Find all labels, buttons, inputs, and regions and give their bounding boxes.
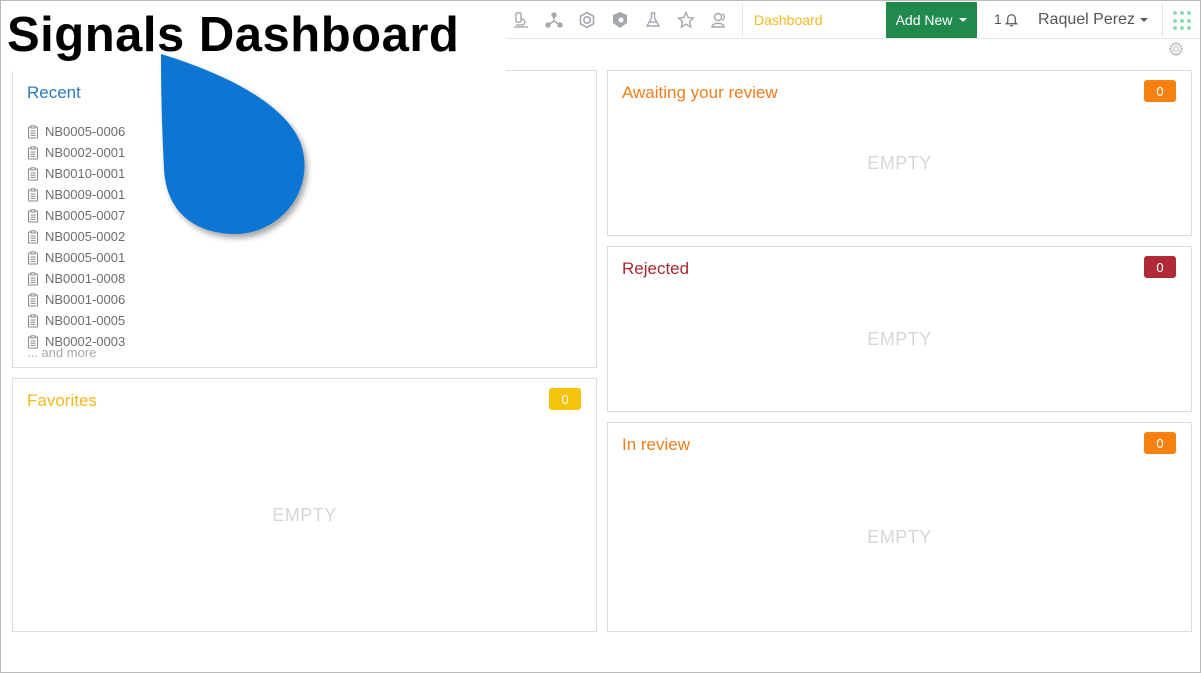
notebook-icon — [28, 271, 38, 285]
recent-list-item[interactable]: NB0005-0006 — [27, 121, 125, 142]
bell-icon — [1004, 13, 1018, 26]
awaiting-review-empty-label: EMPTY — [867, 153, 932, 173]
molecule-network-icon[interactable] — [544, 10, 564, 30]
recent-panel-title: Recent — [27, 83, 81, 102]
apps-grid-icon[interactable] — [1173, 11, 1193, 31]
drop-logo-icon — [161, 54, 305, 235]
recent-list-item[interactable]: NB0009-0001 — [27, 184, 125, 205]
notebook-icon — [28, 250, 38, 264]
notebook-icon — [28, 187, 38, 201]
in-review-panel-title: In review — [622, 435, 691, 454]
nav-dashboard-link[interactable]: Dashboard — [754, 12, 823, 28]
recent-list-item[interactable]: NB0005-0007 — [27, 205, 125, 226]
recent-item-label: NB0005-0002 — [45, 229, 126, 244]
notifications-count: 1 — [994, 11, 1002, 27]
favorites-empty-label: EMPTY — [272, 505, 337, 525]
users-icon[interactable] — [709, 10, 729, 30]
recent-item-label: NB0005-0007 — [45, 208, 126, 223]
chemical-ring-icon[interactable] — [577, 10, 597, 30]
microscope-icon[interactable] — [511, 10, 531, 30]
in-review-empty-label: EMPTY — [867, 527, 932, 547]
awaiting-review-panel-title: Awaiting your review — [622, 83, 778, 102]
recent-item-label: NB0005-0001 — [45, 250, 126, 265]
chevron-down-icon — [1139, 18, 1148, 22]
notebook-icon — [28, 313, 38, 327]
chevron-down-icon — [959, 18, 968, 22]
recent-list-item[interactable]: NB0001-0008 — [27, 268, 125, 289]
recent-list-item[interactable]: NB0005-0001 — [27, 247, 125, 268]
favorites-panel: Favorites 0 EMPTY — [12, 378, 597, 632]
recent-list-item[interactable]: NB0001-0005 — [27, 310, 125, 331]
shield-icon[interactable] — [610, 10, 630, 30]
recent-item-label: NB0001-0008 — [45, 271, 126, 286]
recent-item-label: NB0001-0005 — [45, 313, 126, 328]
notebook-icon — [28, 292, 38, 306]
in-review-panel: In review 0 EMPTY — [607, 422, 1192, 632]
and-more-link[interactable]: ... and more — [27, 345, 96, 360]
notebook-icon — [28, 145, 38, 159]
recent-item-label: NB0005-0006 — [45, 124, 126, 139]
notebook-icon — [28, 208, 38, 222]
favorites-count-badge: 0 — [549, 388, 581, 410]
add-new-button[interactable]: Add New — [886, 2, 977, 38]
flask-icon[interactable] — [643, 10, 663, 30]
awaiting-review-count-badge: 0 — [1144, 80, 1176, 102]
in-review-count-badge: 0 — [1144, 432, 1176, 454]
recent-list-item[interactable]: NB0001-0006 — [27, 289, 125, 310]
gear-icon[interactable] — [1168, 41, 1184, 57]
notebook-icon — [28, 124, 38, 138]
star-icon[interactable] — [676, 10, 696, 30]
rejected-empty-label: EMPTY — [867, 329, 932, 349]
recent-item-label: NB0010-0001 — [45, 166, 126, 181]
rejected-panel: Rejected 0 EMPTY — [607, 246, 1192, 412]
recent-item-label: NB0002-0001 — [45, 145, 126, 160]
notifications-button[interactable]: 1 — [994, 11, 1019, 27]
nav-divider — [742, 3, 743, 37]
recent-list-item[interactable]: NB0005-0002 — [27, 226, 125, 247]
notebook-icon — [28, 166, 38, 180]
rejected-count-badge: 0 — [1144, 256, 1176, 278]
awaiting-review-panel: Awaiting your review 0 EMPTY — [607, 70, 1192, 236]
nav-divider — [1162, 3, 1163, 37]
rejected-panel-title: Rejected — [622, 259, 690, 278]
add-new-label: Add New — [895, 12, 953, 28]
favorites-panel-title: Favorites — [27, 391, 97, 410]
recent-list-item[interactable]: NB0010-0001 — [27, 163, 125, 184]
recent-list: NB0005-0006 NB0002-0001 NB0010-0001 NB0009-… — [27, 121, 125, 352]
recent-item-label: NB0009-0001 — [45, 187, 126, 202]
user-name-label: Raquel Perez — [1038, 11, 1135, 28]
recent-list-item[interactable]: NB0002-0001 — [27, 142, 125, 163]
notebook-icon — [28, 229, 38, 243]
recent-item-label: NB0001-0006 — [45, 292, 126, 307]
user-menu[interactable]: Raquel Perez — [1038, 11, 1148, 29]
